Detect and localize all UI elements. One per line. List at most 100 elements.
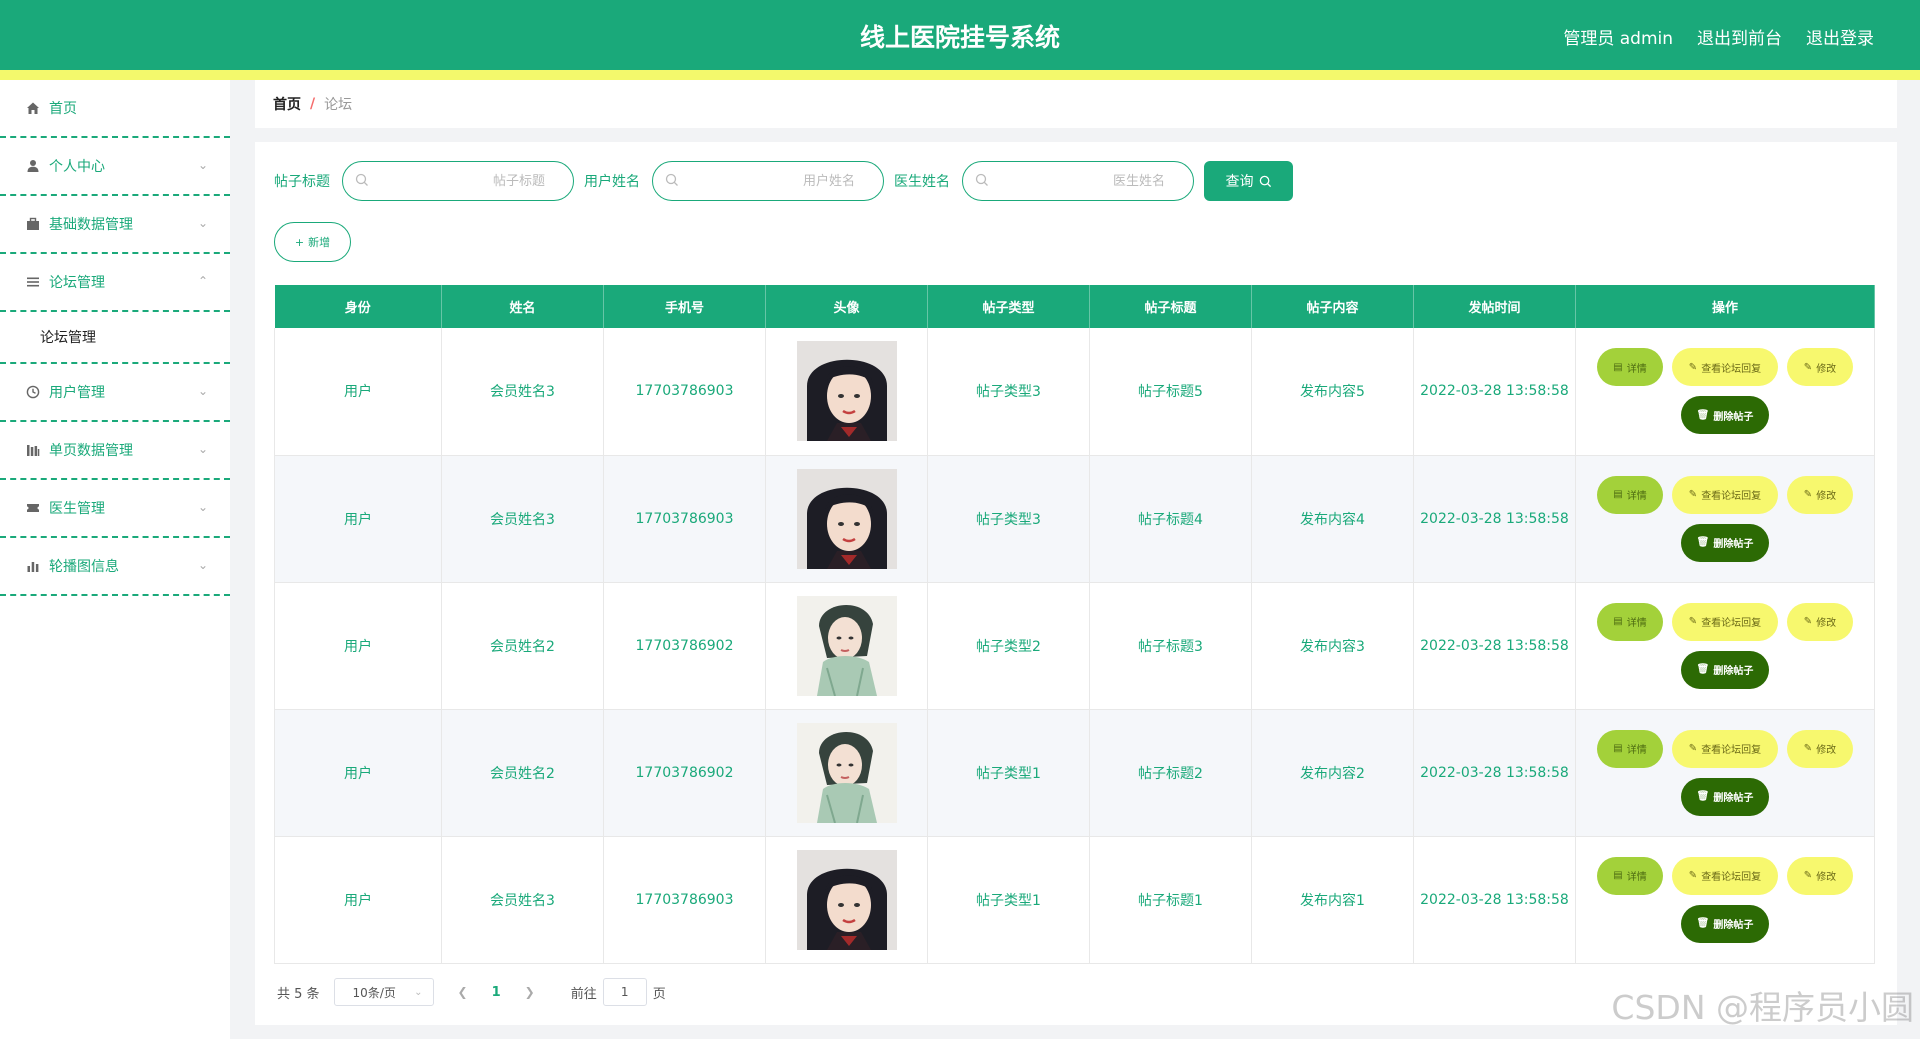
- top-bar: 线上医院挂号系统 管理员 admin 退出到前台 退出登录: [0, 0, 1920, 70]
- edit-button-label: 修改: [1816, 745, 1837, 756]
- actions-cell: ▤ 详情 ✎ 查看论坛回复 ✎ 修改 🗑 删除帖子: [1575, 709, 1875, 837]
- view-replies-button[interactable]: ✎ 查看论坛回复: [1672, 729, 1778, 768]
- header-stripe: [0, 70, 1920, 80]
- add-button[interactable]: + 新增: [274, 222, 351, 262]
- chevron-down-icon: ⌄: [197, 216, 208, 230]
- detail-button[interactable]: ▤ 详情: [1597, 856, 1663, 895]
- logout-link[interactable]: 退出登录: [1806, 24, 1874, 49]
- post-title-input[interactable]: [343, 162, 573, 200]
- sidebar-subitem-forum-management[interactable]: 论坛管理: [0, 312, 230, 364]
- prev-page-icon[interactable]: ❮: [458, 985, 468, 999]
- home-icon: [25, 101, 40, 116]
- view-replies-button[interactable]: ✎ 查看论坛回复: [1672, 856, 1778, 895]
- column-header: 发帖时间: [1413, 285, 1576, 328]
- post-title-field[interactable]: [342, 161, 574, 201]
- sidebar-item-doctors[interactable]: 医生管理 ⌄: [0, 480, 230, 538]
- pagination: 共 5 条 10条/页 ⌄ ❮ 1 ❯ 前往 页: [277, 978, 666, 1006]
- delete-post-button[interactable]: 🗑 删除帖子: [1681, 523, 1769, 562]
- doctor-name-input[interactable]: [963, 162, 1193, 200]
- name-cell: 会员姓名2: [441, 582, 604, 710]
- chevron-down-icon: ⌄: [197, 558, 208, 572]
- edit-button[interactable]: ✎ 修改: [1787, 475, 1853, 514]
- pagination-total: 共 5 条: [277, 986, 320, 1002]
- edit-icon: ✎: [1803, 361, 1813, 373]
- list-icon: [25, 275, 40, 290]
- sidebar-item-carousel[interactable]: 轮播图信息 ⌄: [0, 538, 230, 596]
- sidebar-item-home[interactable]: 首页: [0, 80, 230, 138]
- edit-icon: ✎: [1688, 743, 1698, 754]
- doctor-name-field[interactable]: [962, 161, 1194, 201]
- briefcase-icon: [25, 217, 40, 232]
- user-name-field[interactable]: [652, 161, 884, 201]
- document-icon: ▤: [1613, 489, 1623, 500]
- query-button[interactable]: 查询: [1204, 161, 1293, 201]
- delete-post-button[interactable]: 🗑 删除帖子: [1681, 396, 1769, 435]
- sidebar-item-single-page[interactable]: 单页数据管理 ⌄: [0, 422, 230, 480]
- exit-to-front-link[interactable]: 退出到前台: [1697, 24, 1782, 49]
- edit-icon: ✎: [1688, 616, 1698, 627]
- user-name-input[interactable]: [653, 162, 883, 200]
- column-header: 帖子类型: [927, 285, 1090, 328]
- row-actions: ▤ 详情 ✎ 查看论坛回复 ✎ 修改 🗑 删除帖子: [1576, 348, 1874, 435]
- post-type-cell: 帖子类型2: [927, 582, 1090, 710]
- admin-label[interactable]: 管理员 admin: [1563, 24, 1673, 49]
- sidebar-item-forum[interactable]: 论坛管理 ⌃: [0, 254, 230, 312]
- goto-page-input[interactable]: [602, 978, 647, 1006]
- post-title-cell: 帖子标题5: [1089, 328, 1252, 456]
- phone-cell: 17703786903: [603, 328, 766, 456]
- sidebar-item-label: 轮播图信息: [49, 559, 119, 575]
- detail-button[interactable]: ▤ 详情: [1597, 602, 1663, 641]
- avatar-dark-hair-icon: [796, 468, 897, 569]
- detail-button[interactable]: ▤ 详情: [1597, 348, 1663, 387]
- page-suffix-label: 页: [652, 986, 666, 1002]
- search-icon: [665, 173, 678, 186]
- breadcrumb-home[interactable]: 首页: [273, 94, 301, 114]
- view-replies-button[interactable]: ✎ 查看论坛回复: [1672, 475, 1778, 514]
- column-header: 姓名: [441, 285, 604, 328]
- sidebar-item-personal-center[interactable]: 个人中心 ⌄: [0, 138, 230, 196]
- document-icon: ▤: [1613, 616, 1623, 627]
- chevron-down-icon: ⌄: [197, 384, 208, 398]
- role-cell: 用户: [274, 328, 442, 456]
- doctor-name-label: 医生姓名: [894, 174, 950, 190]
- delete-post-button[interactable]: 🗑 删除帖子: [1681, 777, 1769, 816]
- detail-button-label: 详情: [1626, 618, 1647, 629]
- sidebar-item-basic-data[interactable]: 基础数据管理 ⌄: [0, 196, 230, 254]
- edit-icon: ✎: [1803, 870, 1813, 881]
- chevron-up-icon: ⌃: [197, 274, 208, 288]
- post-time-cell: 2022-03-28 13:58:58: [1413, 455, 1576, 583]
- document-icon: ▤: [1613, 361, 1623, 373]
- delete-post-button[interactable]: 🗑 删除帖子: [1681, 650, 1769, 689]
- post-type-cell: 帖子类型3: [927, 328, 1090, 456]
- sidebar-item-label: 论坛管理: [49, 275, 105, 291]
- page-size-select[interactable]: 10条/页 ⌄: [333, 978, 434, 1006]
- detail-button-label: 详情: [1626, 745, 1647, 756]
- view-replies-label: 查看论坛回复: [1701, 363, 1762, 375]
- query-button-label: 查询: [1225, 174, 1254, 190]
- main-panel: 帖子标题 用户姓名 医生姓名 查询 + 新增 身份 姓名: [255, 142, 1897, 1025]
- view-replies-label: 查看论坛回复: [1701, 491, 1762, 502]
- sidebar-item-label: 首页: [49, 101, 77, 117]
- edit-button[interactable]: ✎ 修改: [1787, 602, 1853, 641]
- edit-icon: ✎: [1688, 870, 1698, 881]
- detail-button[interactable]: ▤ 详情: [1597, 475, 1663, 514]
- watermark: CSDN @程序员小圆: [1611, 988, 1914, 1027]
- view-replies-button[interactable]: ✎ 查看论坛回复: [1672, 602, 1778, 641]
- edit-button[interactable]: ✎ 修改: [1787, 348, 1853, 387]
- row-actions-top: ▤ 详情 ✎ 查看论坛回复 ✎ 修改: [1597, 856, 1853, 895]
- row-actions-top: ▤ 详情 ✎ 查看论坛回复 ✎ 修改: [1597, 348, 1853, 387]
- page-number-current[interactable]: 1: [492, 985, 501, 1000]
- row-actions: ▤ 详情 ✎ 查看论坛回复 ✎ 修改 🗑 删除帖子: [1576, 856, 1874, 943]
- delete-post-button[interactable]: 🗑 删除帖子: [1681, 904, 1769, 943]
- edit-button[interactable]: ✎ 修改: [1787, 729, 1853, 768]
- edit-button[interactable]: ✎ 修改: [1787, 856, 1853, 895]
- table-row: 用户 会员姓名3 17703786903 帖子类型3 帖子标题4 发布内容4 2022-03…: [274, 455, 1875, 583]
- view-replies-label: 查看论坛回复: [1701, 872, 1762, 883]
- post-time-cell: 2022-03-28 13:58:58: [1413, 836, 1576, 964]
- view-replies-button[interactable]: ✎ 查看论坛回复: [1672, 348, 1778, 387]
- detail-button[interactable]: ▤ 详情: [1597, 729, 1663, 768]
- next-page-icon[interactable]: ❯: [525, 985, 535, 999]
- column-header: 手机号: [603, 285, 766, 328]
- sidebar-item-users[interactable]: 用户管理 ⌄: [0, 364, 230, 422]
- detail-button-label: 详情: [1626, 491, 1647, 502]
